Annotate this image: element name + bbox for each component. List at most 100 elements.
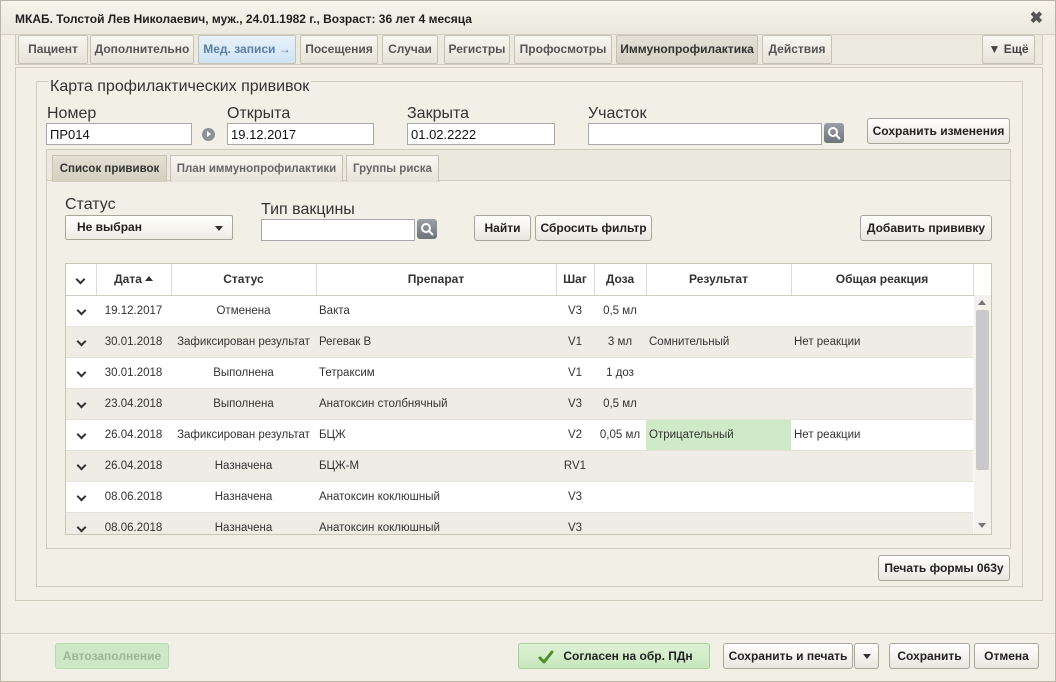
cell-drug: Анатоксин коклюшный (316, 481, 556, 513)
number-label: Номер (47, 105, 97, 122)
column-dose[interactable]: Доза (594, 264, 647, 296)
title-bar: МКАБ. Толстой Лев Николаевич, муж., 24.0… (1, 1, 1055, 35)
table-row[interactable]: 19.12.2017 Отменена Вакта V3 0,5 мл (66, 295, 973, 327)
column-result[interactable]: Результат (646, 264, 792, 296)
save-and-print-button[interactable]: Сохранить и печать (723, 643, 853, 669)
find-button[interactable]: Найти (474, 215, 531, 241)
column-reaction[interactable]: Общая реакция (791, 264, 974, 296)
column-drug[interactable]: Препарат (316, 264, 557, 296)
tab-immunoprophylaxis[interactable]: Иммунопрофилактика (616, 35, 758, 64)
table-row[interactable]: 08.06.2018 Назначена Анатоксин коклюшный… (66, 512, 973, 534)
table-row[interactable]: 08.06.2018 Назначена Анатоксин коклюшный… (66, 481, 973, 513)
status-select[interactable]: Не выбран (65, 215, 233, 240)
tab-registers[interactable]: Регистры (444, 35, 510, 64)
cell-step: V1 (556, 326, 594, 358)
expand-row-icon[interactable] (66, 295, 96, 327)
expand-row-icon[interactable] (66, 450, 96, 482)
tab-visits[interactable]: Посещения (300, 35, 378, 64)
save-button[interactable]: Сохранить (889, 643, 970, 669)
cell-status: Выполнена (171, 357, 316, 389)
cell-status: Выполнена (171, 388, 316, 420)
top-tab-bar: Пациент Дополнительно Мед. записи → Посе… (15, 35, 1043, 65)
expand-row-icon[interactable] (66, 388, 96, 420)
tab-risk-groups[interactable]: Группы риска (346, 155, 439, 182)
table-header: Дата Статус Препарат Шаг Доза Результат … (66, 264, 974, 296)
save-print-dropdown[interactable] (854, 643, 879, 669)
footer-divider (1, 633, 1055, 634)
cell-drug: Тетраксим (316, 357, 556, 389)
scrollbar-thumb[interactable] (976, 310, 989, 470)
scroll-up-icon[interactable] (978, 300, 986, 305)
tab-med-records[interactable]: Мед. записи → (198, 35, 296, 64)
cell-step: V2 (556, 419, 594, 451)
expand-row-icon[interactable] (66, 326, 96, 358)
cell-result (646, 512, 791, 534)
checkmark-icon (538, 650, 554, 664)
tab-additional[interactable]: Дополнительно (90, 35, 194, 64)
number-field[interactable] (46, 123, 192, 145)
more-tabs-button[interactable]: ▼ Ещё (982, 35, 1035, 64)
cell-dose: 3 мл (594, 326, 646, 358)
table-row[interactable]: 23.04.2018 Выполнена Анатоксин столбнячн… (66, 388, 973, 420)
tab-cases[interactable]: Случаи (382, 35, 438, 64)
expand-row-icon[interactable] (66, 512, 96, 534)
vaccine-search-icon[interactable] (417, 219, 437, 239)
card-title: Карта профилактических прививок (48, 78, 312, 96)
table-row[interactable]: 30.01.2018 Выполнена Тетраксим V1 1 доз (66, 357, 973, 389)
table-row[interactable]: 26.04.2018 Назначена БЦЖ-М RV1 (66, 450, 973, 482)
cell-dose (594, 450, 646, 482)
cell-result (646, 450, 791, 482)
tab-immunization-plan[interactable]: План иммунопрофилактики (170, 155, 343, 182)
arrow-right-icon[interactable] (202, 128, 215, 141)
scroll-down-icon[interactable] (978, 523, 986, 528)
column-date[interactable]: Дата (96, 264, 172, 296)
closed-date-field[interactable] (407, 123, 555, 145)
column-step[interactable]: Шаг (556, 264, 595, 296)
cell-reaction (791, 450, 973, 482)
cell-date: 08.06.2018 (96, 481, 171, 513)
district-field[interactable] (588, 123, 822, 145)
cell-dose: 0,05 мл (594, 419, 646, 451)
print-form-button[interactable]: Печать формы 063у (878, 555, 1010, 581)
close-icon[interactable]: ✖ (1030, 8, 1043, 28)
tab-patient[interactable]: Пациент (18, 35, 88, 64)
table-row[interactable]: 26.04.2018 Зафиксирован результат БЦЖ V2… (66, 419, 973, 451)
table-row[interactable]: 30.01.2018 Зафиксирован результат Регева… (66, 326, 973, 358)
expand-row-icon[interactable] (66, 357, 96, 389)
cell-step: V3 (556, 388, 594, 420)
cell-result (646, 357, 791, 389)
window-title: МКАБ. Толстой Лев Николаевич, муж., 24.0… (15, 12, 472, 26)
cell-reaction (791, 295, 973, 327)
autofill-button[interactable]: Автозаполнение (55, 643, 169, 669)
expand-row-icon[interactable] (66, 419, 96, 451)
cell-reaction: Нет реакции (791, 419, 973, 451)
cell-status: Назначена (171, 512, 316, 534)
cell-step: V3 (556, 295, 594, 327)
opened-date-field[interactable] (227, 123, 374, 145)
cell-result (646, 481, 791, 513)
cell-date: 19.12.2017 (96, 295, 171, 327)
vaccine-type-field[interactable] (261, 219, 415, 241)
cell-status: Назначена (171, 450, 316, 482)
save-changes-button[interactable]: Сохранить изменения (867, 118, 1010, 144)
vaccination-table: Дата Статус Препарат Шаг Доза Результат … (65, 263, 992, 535)
cell-drug: БЦЖ (316, 419, 556, 451)
tab-vaccination-list[interactable]: Список прививок (52, 155, 167, 182)
tab-checkups[interactable]: Профосмотры (514, 35, 612, 64)
cell-result (646, 388, 791, 420)
column-status[interactable]: Статус (171, 264, 317, 296)
cell-status: Отменена (171, 295, 316, 327)
cell-date: 30.01.2018 (96, 326, 171, 358)
expand-all-column[interactable] (66, 264, 97, 296)
reset-filter-button[interactable]: Сбросить фильтр (535, 215, 652, 241)
chevron-down-icon (75, 274, 86, 285)
add-vaccination-button[interactable]: Добавить прививку (860, 215, 992, 241)
cancel-button[interactable]: Отмена (974, 643, 1039, 669)
search-icon[interactable] (824, 123, 844, 143)
cell-drug: Регевак В (316, 326, 556, 358)
expand-row-icon[interactable] (66, 481, 96, 513)
closed-label: Закрыта (407, 105, 470, 122)
cell-step: V1 (556, 357, 594, 389)
mkab-window: МКАБ. Толстой Лев Николаевич, муж., 24.0… (0, 0, 1056, 682)
tab-actions[interactable]: Действия (762, 35, 832, 64)
